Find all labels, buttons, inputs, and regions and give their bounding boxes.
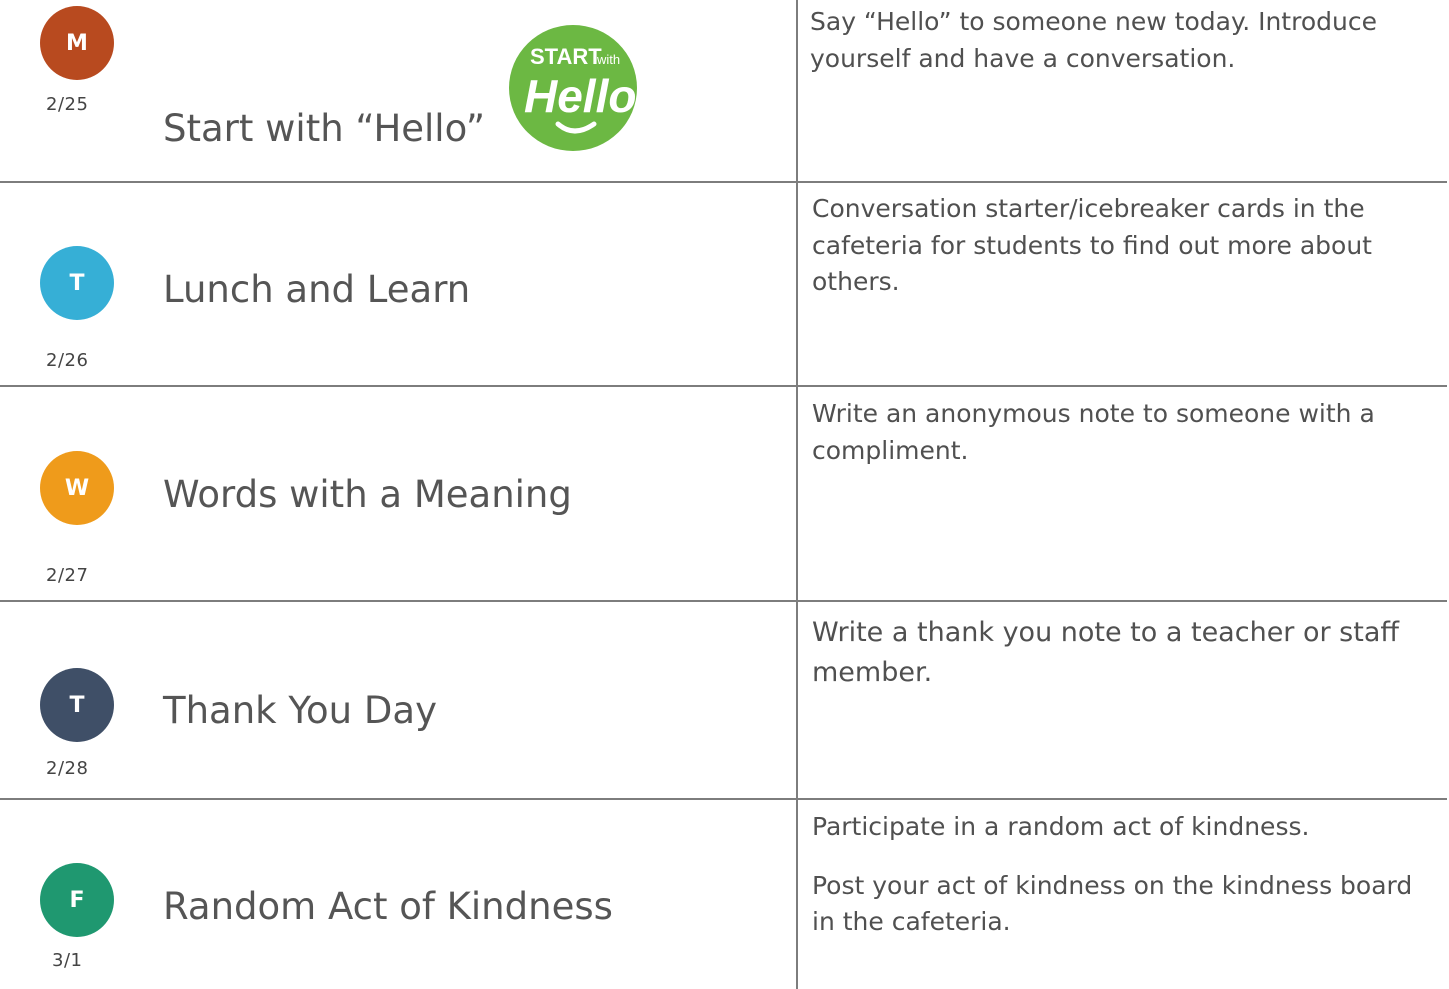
row-divider — [0, 385, 1447, 387]
description-paragraph: Say “Hello” to someone new today. Introd… — [810, 7, 1377, 73]
row-divider — [0, 181, 1447, 183]
event-title: Start with “Hello” — [163, 107, 486, 150]
day-badge: W — [40, 451, 114, 525]
logo-text-start: START — [530, 44, 602, 69]
date-label: 2/27 — [46, 565, 89, 586]
description-paragraph: Conversation starter/icebreaker cards in… — [812, 194, 1372, 296]
day-badge: T — [40, 246, 114, 320]
row-divider — [0, 798, 1447, 800]
day-badge: F — [40, 863, 114, 937]
day-badge: T — [40, 668, 114, 742]
date-label: 2/26 — [46, 350, 89, 371]
date-label: 2/28 — [46, 758, 89, 779]
description-paragraph: Post your act of kindness on the kindnes… — [812, 870, 1413, 937]
logo-text-with: with — [596, 52, 620, 67]
date-label: 3/1 — [52, 950, 83, 971]
event-description: Participate in a random act of kindness.… — [812, 809, 1432, 941]
description-paragraph: Write a thank you note to a teacher or s… — [812, 617, 1399, 688]
description-paragraph: Write an anonymous note to someone with … — [812, 399, 1375, 465]
event-description: Say “Hello” to someone new today. Introd… — [810, 4, 1430, 77]
event-description: Conversation starter/icebreaker cards in… — [812, 191, 1432, 301]
column-divider — [796, 0, 798, 989]
event-title: Thank You Day — [163, 689, 437, 732]
event-description: Write a thank you note to a teacher or s… — [812, 613, 1432, 693]
event-title: Words with a Meaning — [163, 473, 572, 516]
description-paragraph: Participate in a random act of kindness. — [812, 812, 1310, 841]
event-description: Write an anonymous note to someone with … — [812, 396, 1432, 469]
event-title: Lunch and Learn — [163, 268, 471, 311]
start-with-hello-logo: START with Hello — [509, 25, 637, 151]
day-badge: M — [40, 6, 114, 80]
logo-text-hello: Hello — [524, 70, 636, 122]
date-label: 2/25 — [46, 94, 89, 115]
event-title: Random Act of Kindness — [163, 885, 613, 928]
row-divider — [0, 600, 1447, 602]
